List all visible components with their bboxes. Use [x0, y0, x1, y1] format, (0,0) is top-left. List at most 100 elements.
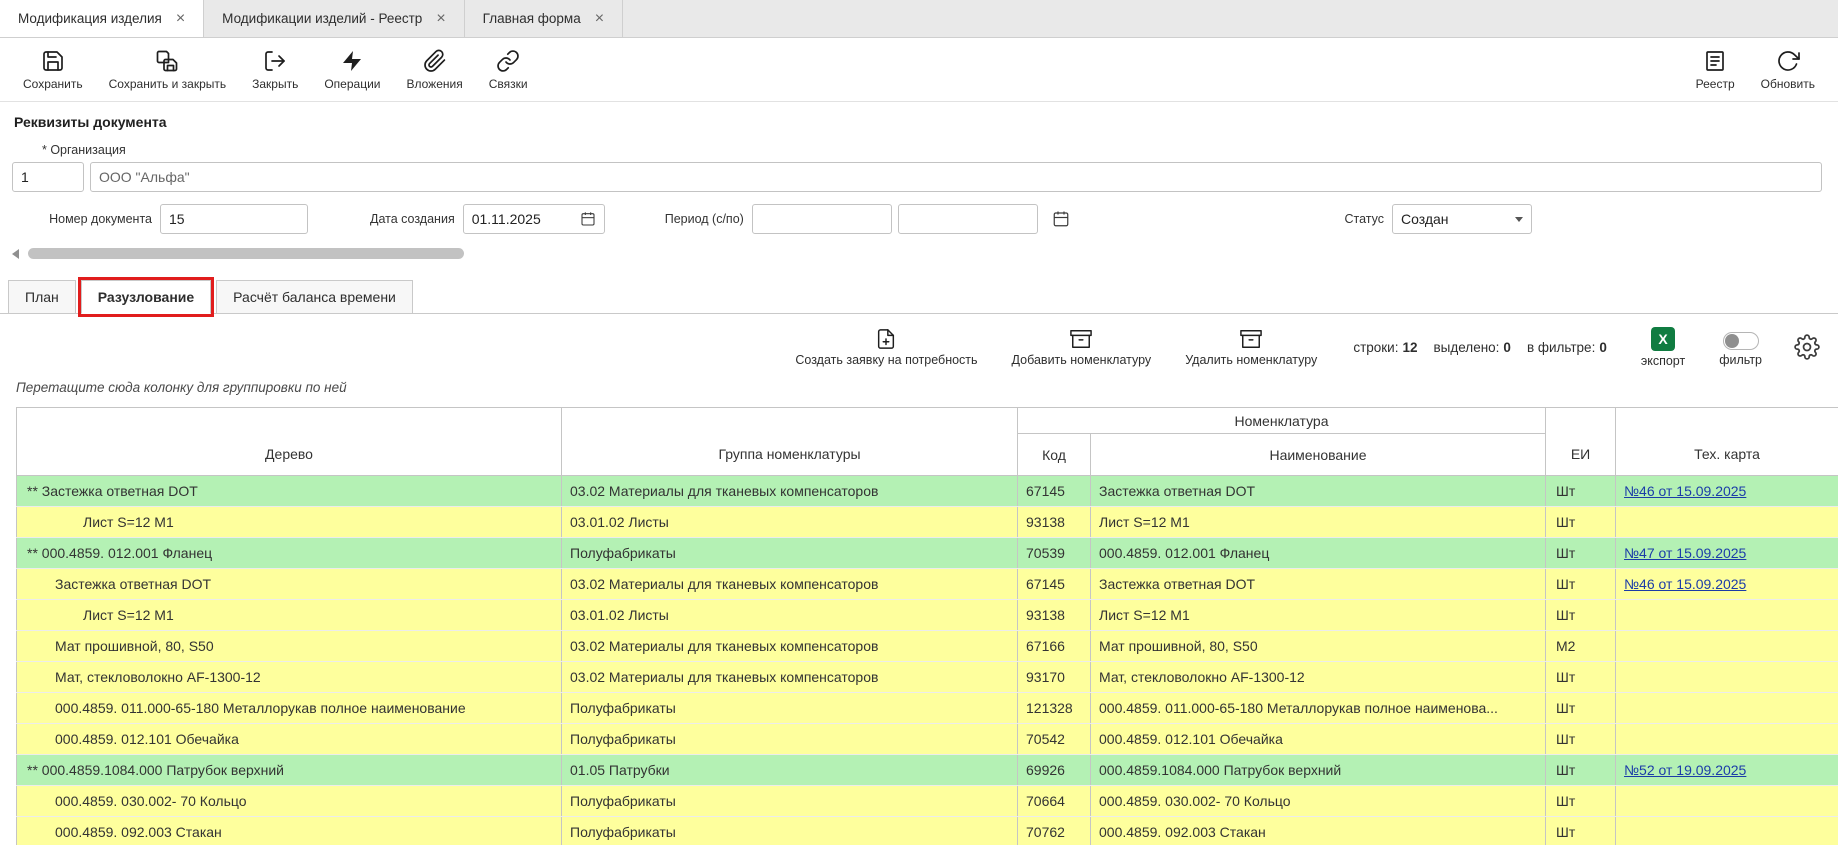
save-and-close-icon [155, 49, 179, 73]
techcard-link[interactable]: №52 от 19.09.2025 [1624, 762, 1746, 778]
close-icon[interactable]: × [595, 11, 604, 27]
cell-code: 70542 [1018, 724, 1091, 755]
column-header-techcard[interactable]: Тех. карта [1616, 408, 1838, 476]
attachments-label: Вложения [406, 77, 462, 91]
column-header-unit[interactable]: ЕИ [1546, 408, 1616, 476]
add-nomenclature-button[interactable]: Добавить номенклатуру [1012, 328, 1152, 367]
filtered-counter: в фильтре:0 [1527, 340, 1607, 355]
cell-unit: Шт [1546, 755, 1616, 786]
tab-plan[interactable]: План [8, 280, 76, 314]
table-row[interactable]: 000.4859. 092.003 Стакан Полуфабрикаты 7… [17, 817, 1838, 845]
cell-tree: Мат, стекловолокно AF-1300-12 [17, 662, 562, 693]
table-row[interactable]: Лист S=12 М1 03.01.02 Листы 93138 Лист S… [17, 600, 1838, 631]
cell-name: 000.4859. 011.000-65-180 Металлорукав по… [1091, 693, 1546, 724]
toggle-switch-icon[interactable] [1723, 332, 1759, 350]
techcard-link[interactable]: №47 от 15.09.2025 [1624, 545, 1746, 561]
status-select[interactable]: Создан [1392, 204, 1532, 234]
create-demand-button[interactable]: Создать заявку на потребность [795, 328, 977, 367]
period-from-input[interactable] [752, 204, 892, 234]
techcard-link[interactable]: №46 от 15.09.2025 [1624, 483, 1746, 499]
table-row[interactable]: 000.4859. 011.000-65-180 Металлорукав по… [17, 693, 1838, 724]
toggle-knob [1725, 334, 1739, 348]
refresh-button[interactable]: Обновить [1748, 38, 1828, 101]
cell-group: 01.05 Патрубки [562, 755, 1018, 786]
period-to-input[interactable] [898, 204, 1038, 234]
scrollbar-thumb[interactable] [28, 248, 464, 259]
close-icon[interactable]: × [176, 11, 185, 27]
table-row[interactable]: 000.4859. 030.002- 70 Кольцо Полуфабрика… [17, 786, 1838, 817]
cell-name: Лист S=12 М1 [1091, 600, 1546, 631]
column-header-nomenclature[interactable]: Номенклатура [1018, 408, 1546, 434]
window-tab-main-form[interactable]: Главная форма × [465, 0, 623, 37]
window-tab-registry[interactable]: Модификации изделий - Реестр × [204, 0, 465, 37]
delete-nomenclature-label: Удалить номенклатуру [1185, 353, 1317, 367]
tab-time-balance[interactable]: Расчёт баланса времени [216, 280, 413, 314]
calendar-icon[interactable] [580, 211, 596, 227]
close-icon[interactable]: × [436, 11, 445, 27]
techcard-link[interactable]: №46 от 15.09.2025 [1624, 576, 1746, 592]
horizontal-scrollbar[interactable] [12, 248, 1822, 260]
cell-tree: 000.4859. 030.002- 70 Кольцо [17, 786, 562, 817]
cell-name: 000.4859. 012.101 Обечайка [1091, 724, 1546, 755]
tab-razuzlovanie[interactable]: Разузлование [81, 280, 211, 314]
registry-button[interactable]: Реестр [1683, 38, 1748, 101]
cell-name: Застежка ответная DOT [1091, 569, 1546, 600]
window-tab-modification[interactable]: Модификация изделия × [0, 0, 204, 37]
cell-techcard [1616, 786, 1838, 817]
chevron-down-icon [1515, 217, 1523, 222]
table-row[interactable]: 000.4859. 012.101 Обечайка Полуфабрикаты… [17, 724, 1838, 755]
operations-button[interactable]: Операции [311, 38, 393, 101]
cell-code: 69926 [1018, 755, 1091, 786]
cell-name: 000.4859. 092.003 Стакан [1091, 817, 1546, 845]
column-header-tree[interactable]: Дерево [17, 408, 562, 476]
cell-tree: ** 000.4859.1084.000 Патрубок верхний [17, 755, 562, 786]
column-header-code[interactable]: Код [1018, 434, 1091, 476]
organization-name-input[interactable] [90, 162, 1822, 192]
document-fields-row: Номер документа Дата создания 01.11.2025… [12, 204, 1822, 234]
links-button[interactable]: Связки [476, 38, 541, 101]
table-row[interactable]: Застежка ответная DOT 03.02 Материалы дл… [17, 569, 1838, 600]
close-button[interactable]: Закрыть [239, 38, 311, 101]
window-tab-label: Модификации изделий - Реестр [222, 11, 422, 26]
main-toolbar: Сохранить Сохранить и закрыть Закрыть Оп… [0, 38, 1838, 102]
detail-tab-bar: План Разузлование Расчёт баланса времени [0, 272, 1838, 314]
operations-label: Операции [324, 77, 380, 91]
table-row[interactable]: ** 000.4859.1084.000 Патрубок верхний 01… [17, 755, 1838, 786]
filter-label: фильтр [1719, 353, 1762, 367]
rows-counter: строки:12 [1353, 340, 1417, 355]
excel-export-button[interactable]: X экспорт [1641, 327, 1685, 368]
group-by-drop-zone[interactable]: Перетащите сюда колонку для группировки … [16, 380, 1838, 395]
create-date-input[interactable]: 01.11.2025 [463, 204, 605, 234]
cell-name: 000.4859.1084.000 Патрубок верхний [1091, 755, 1546, 786]
rows-counter-value: 12 [1402, 340, 1417, 355]
filter-toggle-button[interactable]: фильтр [1719, 328, 1762, 367]
table-row[interactable]: Мат прошивной, 80, S50 03.02 Материалы д… [17, 631, 1838, 662]
chain-link-icon [496, 49, 520, 73]
save-button[interactable]: Сохранить [10, 38, 96, 101]
grid-counters: строки:12 выделено:0 в фильтре:0 [1353, 340, 1607, 355]
window-tab-label: Главная форма [483, 11, 581, 26]
doc-number-input[interactable] [160, 204, 308, 234]
delete-nomenclature-button[interactable]: Удалить номенклатуру [1185, 328, 1317, 367]
excel-icon: X [1651, 327, 1675, 351]
organization-code-input[interactable] [12, 162, 84, 192]
table-row[interactable]: ** 000.4859. 012.001 Фланец Полуфабрикат… [17, 538, 1838, 569]
cell-techcard: №46 от 15.09.2025 [1616, 569, 1838, 600]
attachments-button[interactable]: Вложения [393, 38, 475, 101]
cell-tree: Мат прошивной, 80, S50 [17, 631, 562, 662]
registry-label: Реестр [1696, 77, 1735, 91]
status-label: Статус [1344, 212, 1384, 226]
table-row[interactable]: ** Застежка ответная DOT 03.02 Материалы… [17, 476, 1838, 507]
column-header-name[interactable]: Наименование [1091, 434, 1546, 476]
scroll-left-arrow-icon[interactable] [12, 249, 19, 259]
cell-group: Полуфабрикаты [562, 724, 1018, 755]
table-row[interactable]: Мат, стекловолокно AF-1300-12 03.02 Мате… [17, 662, 1838, 693]
table-row[interactable]: Лист S=12 М1 03.01.02 Листы 93138 Лист S… [17, 507, 1838, 538]
period-calendar-icon[interactable] [1052, 210, 1070, 228]
column-header-group[interactable]: Группа номенклатуры [562, 408, 1018, 476]
settings-gear-icon[interactable] [1794, 334, 1820, 360]
save-icon [41, 49, 65, 73]
document-requisites-section: Реквизиты документа * Организация Номер … [0, 102, 1838, 260]
grid-toolbar: Создать заявку на потребность Добавить н… [0, 314, 1838, 380]
save-and-close-button[interactable]: Сохранить и закрыть [96, 38, 239, 101]
